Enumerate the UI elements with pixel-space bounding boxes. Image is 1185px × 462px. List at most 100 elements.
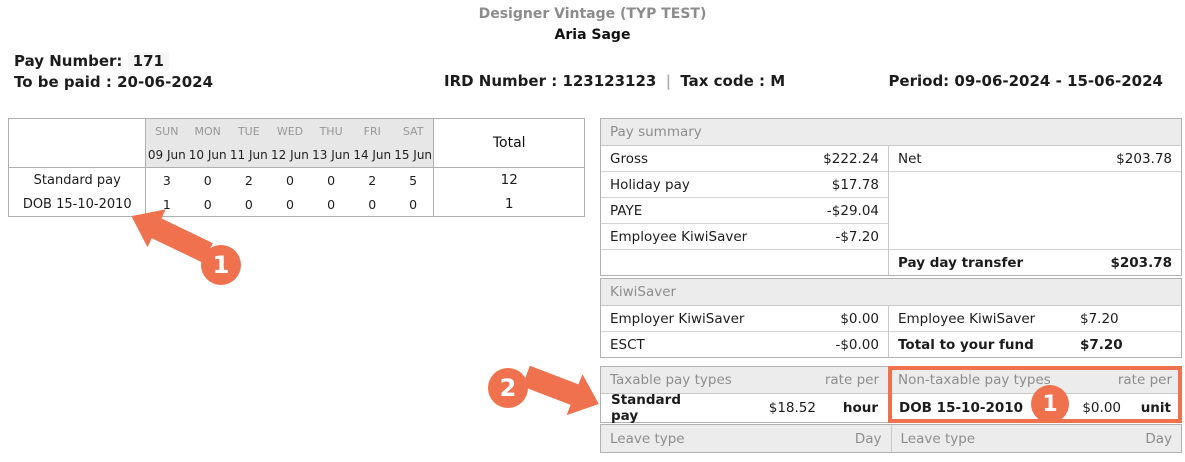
day-name-cell: TUE — [228, 118, 270, 143]
unit-label: Day — [854, 430, 882, 447]
date-cell: 12 Jun — [269, 143, 311, 168]
row-label: ESCT — [610, 336, 645, 353]
summary-row-empty — [601, 250, 888, 275]
header-label: Taxable pay types — [610, 372, 732, 388]
row-total: 12 — [433, 167, 585, 192]
rate-per-label: rate per — [1117, 372, 1172, 388]
pay-type-per: hour — [842, 400, 878, 416]
to-be-paid-value: 20-06-2024 — [117, 73, 214, 91]
header-label: Leave type — [610, 430, 685, 447]
kiwisaver-row-total-fund: Total to your fund $7.20 — [889, 332, 1181, 357]
day-value: 0 — [409, 196, 418, 212]
corner-cell — [8, 143, 147, 168]
row-value: $222.24 — [823, 150, 879, 167]
pay-type-rate: $18.52 — [768, 400, 816, 416]
day-value: 2 — [244, 172, 253, 188]
separator: | — [665, 72, 672, 90]
tax-code-value: M — [770, 72, 786, 90]
ird-label: IRD Number : — [444, 72, 558, 90]
date-cell: 14 Jun — [351, 143, 393, 168]
day-name-cell: FRI — [351, 118, 393, 143]
date-cell: 09 Jun — [145, 143, 188, 168]
row-total: 1 — [433, 192, 585, 217]
payslip-page: Designer Vintage (TYP TEST) Aria Sage Pa… — [0, 0, 1185, 462]
company-name: Designer Vintage (TYP TEST) — [478, 6, 707, 22]
row-label: Holiday pay — [610, 176, 690, 193]
table-row-standard-pay: Standard pay 3 0 2 0 0 2 5 12 — [8, 167, 585, 192]
row-value: -$7.20 — [835, 228, 879, 245]
day-name-cell: SUN — [145, 118, 188, 143]
leave-type-header-left: Leave type Day — [601, 425, 892, 452]
row-value: -$29.04 — [826, 202, 879, 219]
callout-badge-1: 1 — [1031, 385, 1069, 423]
period-line: Period: 09-06-2024 - 15-06-2024 — [888, 72, 1163, 90]
kiwisaver-row-employer: Employer KiwiSaver $0.00 — [601, 306, 888, 332]
to-be-paid-line: To be paid : 20-06-2024 — [14, 73, 213, 91]
day-name-cell: SAT — [392, 118, 434, 143]
badge-number: 2 — [500, 374, 517, 402]
pay-summary-section: Pay summary Gross $222.24 Holiday pay $1… — [600, 118, 1182, 276]
date-cell: 13 Jun — [310, 143, 352, 168]
annotation-arrow-2: 2 — [488, 365, 599, 416]
corner-cell — [8, 118, 147, 143]
pay-number-label: Pay Number: — [14, 52, 123, 70]
leave-type-header-right: Leave type Day — [891, 425, 1181, 452]
table-row-dob: DOB 15-10-2010 1 0 0 0 0 0 0 1 — [8, 192, 585, 217]
date-cell: 10 Jun — [187, 143, 229, 168]
badge-number: 1 — [213, 251, 230, 279]
row-label: Pay day transfer — [898, 254, 1024, 271]
pay-number-value: 171 — [127, 52, 169, 70]
row-value: $7.20 — [1080, 310, 1119, 327]
section-title: KiwiSaver — [601, 279, 1181, 306]
row-value: $17.78 — [831, 176, 879, 193]
days-grid-table: SUN MON TUE WED THU FRI SAT Total 09 Jun… — [8, 118, 585, 217]
day-name-cell: WED — [269, 118, 311, 143]
day-value: 3 — [162, 172, 171, 188]
summary-row-gross: Gross $222.24 — [601, 146, 888, 172]
employee-name: Aria Sage — [554, 27, 631, 43]
rate-per-label: rate per — [824, 372, 879, 388]
kiwisaver-row-esct: ESCT -$0.00 — [601, 332, 888, 357]
header-label: Non-taxable pay types — [898, 372, 1051, 388]
unit-label: Day — [1145, 430, 1172, 447]
period-value: 09-06-2024 - 15-06-2024 — [954, 72, 1163, 90]
leave-section: Leave type Day Leave type Day — [600, 424, 1182, 453]
day-value: 5 — [409, 172, 418, 188]
row-label: Employee KiwiSaver — [610, 228, 748, 245]
row-label: Total to your fund — [898, 336, 1034, 353]
day-value: 0 — [285, 196, 294, 212]
annotation-arrow-1: 1 — [131, 209, 241, 285]
date-cell: 11 Jun — [228, 143, 270, 168]
tax-code-label: Tax code : — [680, 72, 765, 90]
row-label: Standard pay — [8, 167, 147, 192]
arrow-icon — [522, 365, 599, 416]
day-value: 0 — [327, 172, 336, 188]
summary-row-employee-kiwisaver: Employee KiwiSaver -$7.20 — [601, 224, 888, 250]
row-value: $0.00 — [840, 310, 879, 327]
day-value: 2 — [368, 172, 377, 188]
date-cell: 15 Jun — [392, 143, 434, 168]
row-label: Employer KiwiSaver — [610, 310, 745, 327]
ird-tax-line: IRD Number : 123123123 | Tax code : M — [444, 72, 785, 90]
kiwisaver-row-employee: Employee KiwiSaver $7.20 — [889, 306, 1181, 332]
period-label: Period: — [888, 72, 950, 90]
day-value: 0 — [285, 172, 294, 188]
pay-types-section: Taxable pay types rate per Standard pay … — [600, 366, 1182, 424]
header-label: Leave type — [900, 430, 976, 447]
taxable-pay-row: Standard pay $18.52 hour — [601, 392, 888, 424]
day-value: 0 — [327, 196, 336, 212]
day-name-cell: MON — [187, 118, 229, 143]
day-name-cell: THU — [310, 118, 352, 143]
day-value: 0 — [203, 172, 212, 188]
row-value: $203.78 — [1116, 150, 1172, 167]
row-label: Gross — [610, 150, 649, 167]
day-names-row: SUN MON TUE WED THU FRI SAT Total — [8, 118, 585, 168]
summary-row-net: Net $203.78 — [889, 146, 1181, 172]
row-label: Net — [898, 150, 922, 167]
row-label: Employee KiwiSaver — [898, 310, 1036, 327]
row-value: $203.78 — [1110, 254, 1173, 271]
to-be-paid-label: To be paid : — [14, 73, 112, 91]
row-value: $7.20 — [1080, 336, 1123, 353]
summary-row-holiday-pay: Holiday pay $17.78 — [601, 172, 888, 198]
pay-type-per: unit — [1140, 400, 1171, 416]
